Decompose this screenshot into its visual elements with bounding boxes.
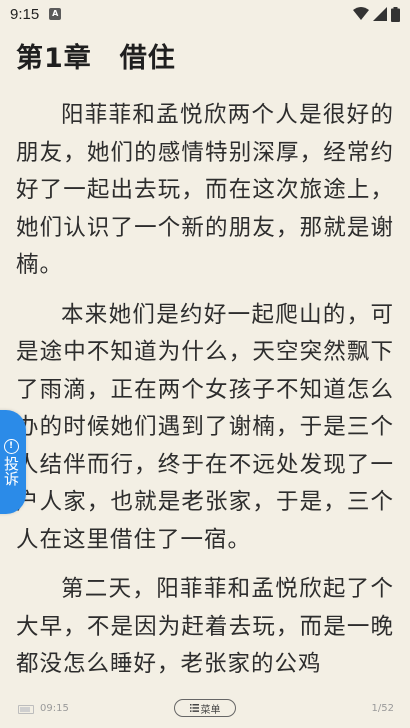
paragraph: 第二天，阳菲菲和孟悦欣起了个大早，不是因为赶着去玩，而是一晚都没怎么睡好，老张家…: [16, 576, 394, 677]
wifi-icon: [353, 7, 369, 20]
reader-time: 09:15: [40, 703, 69, 714]
info-icon: !: [3, 438, 19, 454]
status-left: 9:15 A: [10, 5, 62, 23]
menu-label: 菜单: [200, 704, 221, 716]
report-label: 投诉: [2, 455, 20, 486]
signal-icon: [373, 7, 387, 21]
battery-icon: [391, 6, 400, 22]
list-icon: [189, 704, 199, 712]
menu-button[interactable]: 菜单: [174, 699, 236, 717]
reader-content: 第1章 借住 阳菲菲和孟悦欣两个人是很好的朋友，她们的感情特别深厚，经常约好了一…: [16, 28, 394, 696]
bottom-bar: 09:15 菜单 1/52: [0, 696, 410, 728]
paragraph: 本来她们是约好一起爬山的，可是途中不知道为什么，天空突然飘下了雨滴，正在两个女孩…: [16, 301, 394, 553]
status-time: 9:15: [10, 5, 40, 23]
report-tab[interactable]: ! 投诉: [0, 410, 26, 514]
status-right: [353, 6, 400, 22]
paragraph: 阳菲菲和孟悦欣两个人是很好的朋友，她们的感情特别深厚，经常约好了一起出去玩，而在…: [16, 102, 394, 278]
reader-battery-icon: [18, 705, 34, 714]
chapter-title: 第1章 借住: [16, 43, 176, 74]
page-number: 1/52: [371, 703, 394, 714]
app-notification-icon: A: [49, 8, 62, 20]
status-bar: 9:15 A: [0, 0, 410, 28]
